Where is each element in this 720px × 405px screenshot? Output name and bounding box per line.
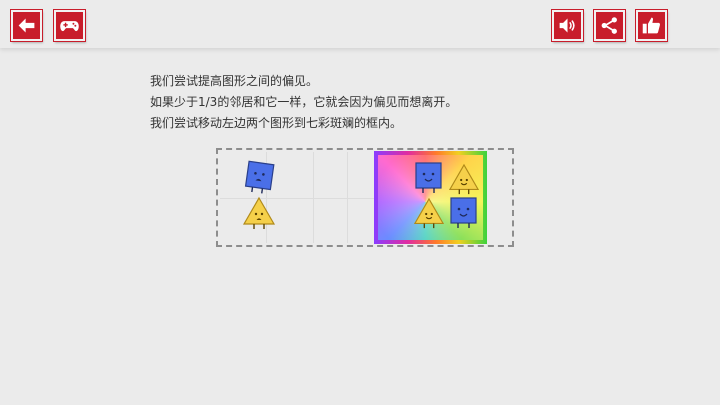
instruction-text: 我们尝试提高图形之间的偏见。 如果少于1/3的邻居和它一样，它就会因为偏见而想离…: [150, 71, 570, 134]
happy-triangle-shape[interactable]: [413, 197, 445, 231]
share-icon: [601, 17, 617, 34]
thumbs-up-icon: [642, 17, 660, 34]
back-arrow-icon: [18, 18, 35, 33]
sad-square-shape[interactable]: [242, 160, 278, 196]
back-button[interactable]: [11, 10, 42, 41]
instruction-line-2: 如果少于1/3的邻居和它一样，它就会因为偏见而想离开。: [150, 95, 458, 109]
instruction-line-1: 我们尝试提高图形之间的偏见。: [150, 74, 319, 88]
gamepad-icon: [60, 21, 79, 32]
share-button[interactable]: [594, 10, 625, 41]
happy-square-shape[interactable]: [447, 195, 481, 231]
instruction-line-3: 我们尝试移动左边两个图形到七彩斑斓的框内。: [150, 116, 403, 130]
happy-triangle-shape[interactable]: [448, 163, 480, 197]
sound-button[interactable]: [552, 10, 583, 41]
like-button[interactable]: [636, 10, 667, 41]
games-button[interactable]: [54, 10, 85, 41]
game-board: [216, 148, 514, 247]
rainbow-target-area[interactable]: [374, 151, 487, 244]
speaker-sound-icon: [559, 18, 575, 33]
happy-square-shape[interactable]: [412, 160, 446, 196]
sad-triangle-shape[interactable]: [242, 196, 276, 232]
